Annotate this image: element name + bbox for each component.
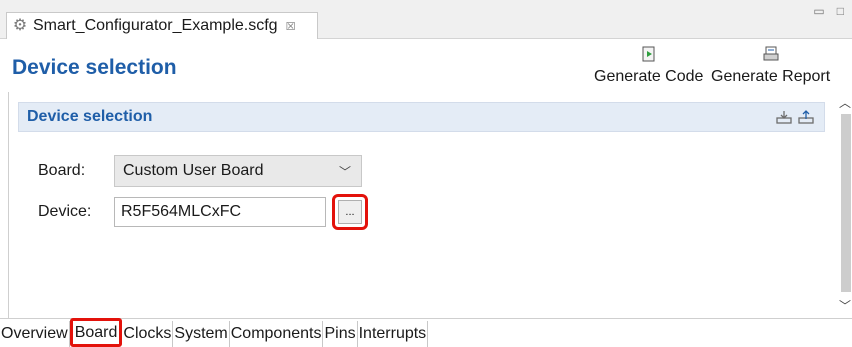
section-header: Device selection [18, 102, 825, 132]
close-icon[interactable]: ☒ [286, 20, 296, 33]
bottom-tab-bar: Overview Board Clocks System Components … [0, 318, 852, 347]
tab-pins[interactable]: Pins [323, 321, 358, 347]
section-tools [776, 109, 814, 125]
tab-overview[interactable]: Overview [0, 321, 70, 347]
editor-tab-strip: ⚙ Smart_Configurator_Example.scfg ☒ ▭ □ [0, 0, 852, 39]
browse-highlight: ... [332, 194, 368, 230]
export-icon[interactable] [798, 109, 814, 125]
window-controls: ▭ □ [813, 4, 844, 18]
generate-report-button[interactable]: Generate Report [711, 46, 830, 86]
tab-components[interactable]: Components [230, 321, 324, 347]
device-label: Device: [38, 203, 92, 220]
board-value: Custom User Board [123, 162, 264, 179]
page-title: Device selection [12, 56, 177, 79]
vertical-scrollbar[interactable]: ︿ ﹀ [836, 92, 852, 318]
browse-device-button[interactable]: ... [338, 200, 362, 224]
minimize-icon[interactable]: ▭ [813, 4, 824, 18]
generate-code-icon [642, 46, 655, 62]
tab-system[interactable]: System [173, 321, 230, 347]
generate-code-button[interactable]: Generate Code [594, 46, 703, 86]
tab-clocks[interactable]: Clocks [122, 321, 174, 347]
device-field[interactable]: R5F564MLCxFC [114, 197, 326, 227]
editor-tab-label: Smart_Configurator_Example.scfg [33, 17, 278, 34]
generate-code-label: Generate Code [594, 68, 704, 85]
device-selection-section: Device selection Board: Custom User Boar… [18, 102, 825, 316]
scroll-up-icon[interactable]: ︿ [839, 94, 851, 111]
maximize-icon[interactable]: □ [837, 4, 844, 18]
import-icon[interactable] [776, 109, 792, 125]
generate-report-icon [763, 46, 779, 61]
device-value: R5F564MLCxFC [121, 203, 242, 220]
tab-board[interactable]: Board [69, 318, 123, 347]
main-panel: Device selection Board: Custom User Boar… [8, 92, 852, 318]
scroll-down-icon[interactable]: ﹀ [839, 297, 851, 314]
board-select[interactable]: Custom User Board ﹀ [114, 155, 362, 187]
chevron-down-icon: ﹀ [338, 165, 351, 179]
device-row: Device: R5F564MLCxFC ... [38, 194, 368, 230]
section-title: Device selection [27, 108, 153, 125]
page-header: Device selection Generate Code Generate … [0, 40, 852, 92]
editor-tab[interactable]: ⚙ Smart_Configurator_Example.scfg ☒ [6, 12, 318, 39]
generate-report-label: Generate Report [711, 68, 831, 85]
scrollbar-thumb[interactable] [841, 114, 851, 292]
tab-interrupts[interactable]: Interrupts [358, 321, 429, 347]
board-row: Board: Custom User Board ﹀ [38, 155, 362, 187]
gear-icon: ⚙ [12, 17, 28, 34]
board-label: Board: [38, 162, 86, 179]
